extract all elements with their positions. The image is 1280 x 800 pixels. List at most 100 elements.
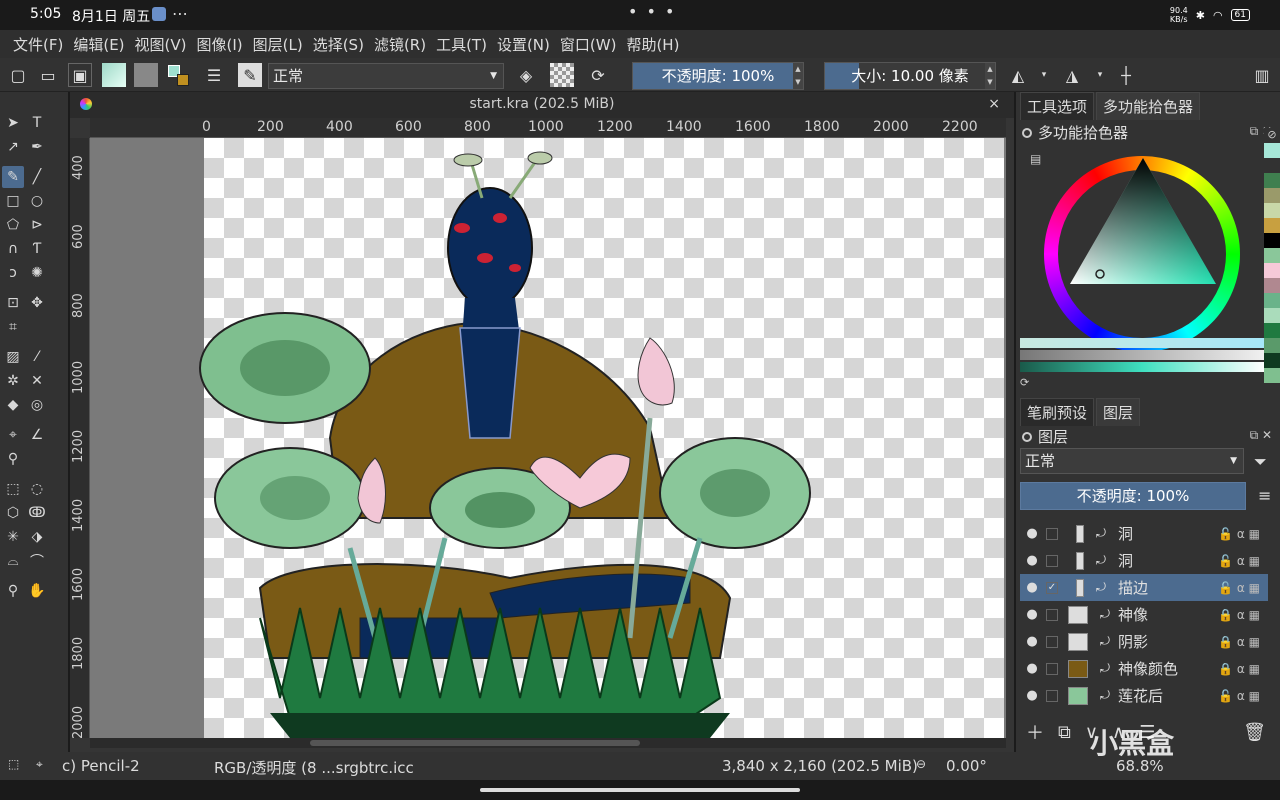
layer-blend-mode-select[interactable]: 正常 ▼: [1020, 448, 1244, 474]
opacity-slider[interactable]: 不透明度: 100% ▲ ▼: [632, 62, 804, 90]
enclose-fill-tool-icon[interactable]: ◎: [26, 394, 48, 416]
menu-window[interactable]: 窗口(W): [555, 34, 622, 55]
preserve-alpha-icon[interactable]: [550, 63, 574, 87]
layer-row[interactable]: ● ⤾ 神像 🔒 α ▦: [1020, 601, 1268, 628]
pattern-preset-icon[interactable]: [134, 63, 158, 87]
layer-lock-alpha-icons[interactable]: 🔒 α ▦: [1218, 662, 1260, 676]
eye-icon[interactable]: ●: [1020, 688, 1044, 703]
tab-tool-options[interactable]: 工具选项: [1020, 92, 1095, 120]
layer-checkbox[interactable]: [1046, 689, 1058, 702]
eye-icon[interactable]: ●: [1020, 580, 1044, 595]
edit-shapes-tool-icon[interactable]: ↗: [2, 136, 24, 158]
eye-icon[interactable]: ●: [1020, 661, 1044, 676]
menu-file[interactable]: 文件(F): [8, 34, 68, 55]
filter-icon[interactable]: ⏷: [1254, 452, 1267, 472]
docker-lock-icon[interactable]: [1022, 431, 1032, 442]
similar-select-tool-icon[interactable]: ⬗: [26, 526, 48, 548]
home-gesture-bar[interactable]: [480, 788, 800, 792]
size-spin-icon[interactable]: ▲ ▼: [985, 63, 995, 89]
measure-tool-icon[interactable]: ⌖: [2, 424, 24, 446]
fg-bg-color-icon[interactable]: [166, 63, 190, 87]
eye-icon[interactable]: ●: [1020, 553, 1044, 568]
layer-row[interactable]: ● ⤾ 洞 🔓 α ▦: [1020, 520, 1268, 547]
delete-layer-icon[interactable]: 🗑: [1243, 722, 1266, 743]
menu-layer[interactable]: 图层(L): [248, 34, 308, 55]
drawing-canvas[interactable]: [90, 138, 1006, 738]
layer-checkbox[interactable]: [1046, 527, 1058, 540]
snap-icon[interactable]: ⌖: [36, 757, 43, 772]
tab-advanced-color-selector[interactable]: 多功能拾色器: [1096, 92, 1201, 120]
layer-row[interactable]: ● ⤾ 莲花后 🔓 α ▦: [1020, 682, 1268, 709]
mirror-vertical-icon[interactable]: ◮: [1060, 63, 1084, 87]
zoom-tool-icon[interactable]: ⚲: [2, 580, 24, 602]
open-folder-icon[interactable]: ▭: [36, 63, 60, 87]
menu-edit[interactable]: 编辑(E): [68, 34, 129, 55]
move-tool-icon[interactable]: ✥: [26, 292, 48, 314]
docker-lock-icon[interactable]: [1022, 127, 1032, 138]
layer-lock-alpha-icons[interactable]: 🔓 α ▦: [1218, 581, 1260, 595]
menu-tools[interactable]: 工具(T): [431, 34, 492, 55]
refresh-icon[interactable]: ⟳: [1020, 376, 1029, 389]
float-close-icon[interactable]: ⧉ ✕: [1250, 428, 1272, 443]
close-icon[interactable]: ×: [988, 96, 1000, 112]
freehand-brush-tool-icon[interactable]: ✎: [2, 166, 24, 188]
assistant-tool-icon[interactable]: ✕: [26, 370, 48, 392]
selection-display-icon[interactable]: ⬚: [8, 757, 19, 771]
opacity-spin-icon[interactable]: ▲ ▼: [793, 63, 803, 89]
color-selector-settings-icon[interactable]: ▤: [1030, 152, 1041, 166]
polygon-tool-icon[interactable]: ⬠: [2, 214, 24, 236]
layer-opacity-slider[interactable]: 不透明度: 100%: [1020, 482, 1246, 510]
pan-tool-icon[interactable]: ✋: [26, 580, 48, 602]
crop-tool-icon[interactable]: ⌗: [2, 316, 24, 338]
eye-icon[interactable]: ●: [1020, 526, 1044, 541]
magnetic-select-tool-icon[interactable]: ⌒: [26, 550, 48, 572]
add-layer-icon[interactable]: ＋: [1026, 719, 1044, 745]
menu-help[interactable]: 帮助(H): [621, 34, 684, 55]
layer-checkbox[interactable]: [1046, 554, 1058, 567]
layer-lock-alpha-icons[interactable]: 🔒 α ▦: [1218, 608, 1260, 622]
dockers-toggle-icon[interactable]: ▥: [1250, 63, 1274, 87]
mirror-horizontal-icon[interactable]: ◭: [1006, 63, 1030, 87]
select-shapes-tool-icon[interactable]: ➤: [2, 112, 24, 134]
layer-lock-alpha-icons[interactable]: 🔓 α ▦: [1218, 689, 1260, 703]
tab-brush-presets[interactable]: 笔刷预设: [1020, 398, 1095, 426]
multibrush-tool-icon[interactable]: ✺: [26, 262, 48, 284]
mirror-v-dropdown-icon[interactable]: ▾: [1088, 63, 1112, 87]
color-picker-tool-icon[interactable]: ⁄: [26, 346, 48, 368]
calligraphy-tool-icon[interactable]: ✒: [26, 136, 48, 158]
polyline-tool-icon[interactable]: ⊳: [26, 214, 48, 236]
eye-icon[interactable]: ●: [1020, 634, 1044, 649]
fill-tool-icon[interactable]: ◆: [2, 394, 24, 416]
new-document-icon[interactable]: ▢: [6, 63, 30, 87]
layer-lock-alpha-icons[interactable]: 🔓 α ▦: [1218, 554, 1260, 568]
layer-row[interactable]: ● ⤾ 神像颜色 🔒 α ▦: [1020, 655, 1268, 682]
ellipse-select-tool-icon[interactable]: ◌: [26, 478, 48, 500]
eraser-icon[interactable]: ◈: [514, 63, 538, 87]
rect-select-tool-icon[interactable]: ⬚: [2, 478, 24, 500]
brush-settings-icon[interactable]: ☰: [202, 63, 226, 87]
layer-lock-alpha-icons[interactable]: 🔓 α ▦: [1218, 527, 1260, 541]
bezier-tool-icon[interactable]: ∩: [2, 238, 24, 260]
layer-checkbox[interactable]: ✓: [1046, 581, 1058, 594]
save-icon[interactable]: ▣: [68, 63, 92, 87]
menu-view[interactable]: 视图(V): [130, 34, 192, 55]
size-slider[interactable]: 大小: 10.00 像素 ▲ ▼: [824, 62, 996, 90]
freehand-path-tool-icon[interactable]: Ƭ: [26, 238, 48, 260]
text-tool-icon[interactable]: T: [26, 112, 48, 134]
gradient-preset-icon[interactable]: [102, 63, 126, 87]
saturation-value-triangle[interactable]: [1070, 158, 1216, 288]
gradient-tool-icon[interactable]: ▨: [2, 346, 24, 368]
rotation-icon[interactable]: ⊖: [916, 757, 926, 771]
smart-patch-tool-icon[interactable]: ✲: [2, 370, 24, 392]
color-sliders[interactable]: ⟳: [1020, 338, 1264, 390]
layer-row-selected[interactable]: ● ✓ ⤾ 描边 🔓 α ▦: [1020, 574, 1268, 601]
dynamic-brush-tool-icon[interactable]: ↄ: [2, 262, 24, 284]
contiguous-select-tool-icon[interactable]: ✳: [2, 526, 24, 548]
document-tab[interactable]: start.kra (202.5 MiB) ×: [70, 92, 1014, 118]
layer-checkbox[interactable]: [1046, 608, 1058, 621]
line-tool-icon[interactable]: ╱: [26, 166, 48, 188]
reference-tool-icon[interactable]: ⚲: [2, 448, 24, 470]
reload-preset-icon[interactable]: ⟳: [586, 63, 610, 87]
transform-tool-icon[interactable]: ⊡: [2, 292, 24, 314]
clear-history-icon[interactable]: ⊘: [1264, 128, 1280, 143]
